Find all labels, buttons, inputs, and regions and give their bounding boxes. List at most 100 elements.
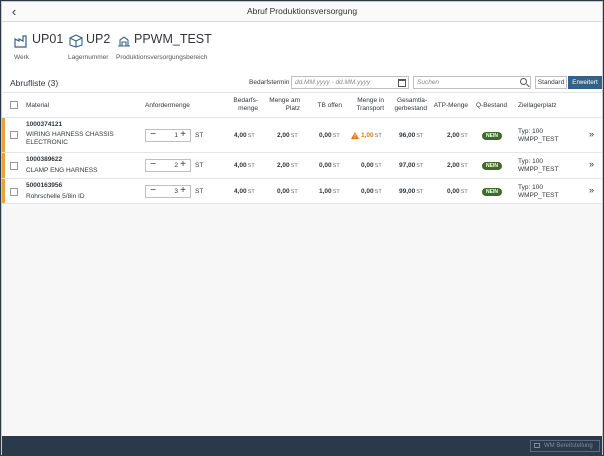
supply-area-icon bbox=[118, 36, 130, 47]
q-bestand-badge: NEIN bbox=[482, 162, 502, 170]
decrement-button[interactable]: − bbox=[148, 130, 158, 141]
material-description-line2: ELECTRONIC bbox=[26, 139, 68, 146]
list-title: Abrufliste (3) bbox=[10, 78, 59, 88]
platz-number: 2,00 bbox=[277, 132, 290, 139]
platz-number: 0,00 bbox=[277, 188, 290, 195]
row-navigation-icon[interactable]: » bbox=[589, 185, 594, 195]
platz-value: 2,00ST bbox=[277, 162, 298, 169]
platz-number: 2,00 bbox=[277, 162, 290, 169]
quantity-stepper[interactable]: − 1 + bbox=[145, 129, 191, 142]
bedarfsmenge-unit: ST bbox=[247, 133, 255, 139]
row-checkbox[interactable] bbox=[10, 131, 18, 139]
wm-bereitstellung-label: WM Bereitstellung bbox=[544, 443, 593, 449]
bedarfsmenge-number: 4,00 bbox=[234, 162, 247, 169]
material-description: CLAMP ENG HARNESS bbox=[26, 167, 98, 174]
material-number: 1000374121 bbox=[26, 121, 63, 128]
gesamt-value: 96,00ST bbox=[399, 132, 423, 139]
increment-button[interactable]: + bbox=[178, 186, 188, 197]
standard-button[interactable]: Standard bbox=[535, 76, 567, 89]
atp-number: 0,00 bbox=[447, 188, 460, 195]
col-menge-platz-line1: Menge am bbox=[269, 97, 300, 104]
wm-bereitstellung-button[interactable]: WM Bereitstellung bbox=[530, 440, 600, 452]
factory-icon bbox=[14, 35, 27, 48]
bedarfsmenge-value: 4,00ST bbox=[234, 132, 255, 139]
tb-offen-value: 0,00ST bbox=[319, 132, 340, 139]
col-atp: ATP-Menge bbox=[433, 102, 468, 109]
platz-value: 0,00ST bbox=[277, 188, 298, 195]
abrufliste-panel: Abrufliste (3) Bedarfstermin dd.MM.yyyy … bbox=[2, 70, 602, 204]
atp-unit: ST bbox=[460, 133, 468, 139]
increment-button[interactable]: + bbox=[178, 130, 188, 141]
gesamt-number: 96,00 bbox=[399, 132, 416, 139]
row-navigation-icon[interactable]: » bbox=[589, 129, 594, 139]
increment-button[interactable]: + bbox=[178, 160, 188, 171]
platz-unit: ST bbox=[290, 189, 298, 195]
row-status-marker bbox=[2, 118, 5, 152]
decrement-button[interactable]: − bbox=[148, 186, 158, 197]
atp-number: 2,00 bbox=[447, 162, 460, 169]
col-anfordermenge: Anfordermenge bbox=[145, 102, 190, 109]
warning-icon bbox=[351, 132, 359, 139]
table-header: Material Anfordermenge Bedarfs- menge Me… bbox=[2, 92, 602, 118]
bedarfsmenge-number: 4,00 bbox=[234, 132, 247, 139]
quantity-value[interactable]: 2 bbox=[168, 162, 178, 169]
table-row[interactable]: 1000389622 CLAMP ENG HARNESS − 2 + ST 4,… bbox=[2, 153, 602, 179]
col-gesamt-line2: gerbestand bbox=[394, 105, 427, 112]
tb-offen-number: 0,00 bbox=[319, 162, 332, 169]
tb-offen-unit: ST bbox=[332, 163, 340, 169]
transport-number: 0,00 bbox=[361, 162, 374, 169]
transport-number: 0,00 bbox=[361, 188, 374, 195]
row-checkbox[interactable] bbox=[10, 188, 18, 196]
psa-value: PPWM_TEST bbox=[134, 32, 212, 46]
material-number: 5000163956 bbox=[26, 182, 63, 189]
col-material: Material bbox=[26, 102, 50, 109]
calendar-icon[interactable] bbox=[398, 79, 406, 87]
q-bestand-badge: NEIN bbox=[482, 188, 502, 196]
gesamt-number: 99,00 bbox=[399, 188, 416, 195]
col-transport-line2: Transport bbox=[356, 105, 384, 112]
quantity-unit: ST bbox=[195, 132, 204, 139]
table-row[interactable]: 5000163956 Rohrschelle 5/8in ID − 3 + ST… bbox=[2, 179, 602, 204]
atp-unit: ST bbox=[460, 189, 468, 195]
werk-value: UP01 bbox=[32, 32, 64, 46]
bedarfsmenge-unit: ST bbox=[247, 163, 255, 169]
transport-unit: ST bbox=[374, 133, 382, 139]
platz-unit: ST bbox=[290, 133, 298, 139]
transport-value: 1,00ST bbox=[361, 132, 382, 139]
row-status-marker bbox=[2, 153, 5, 178]
quantity-unit: ST bbox=[195, 188, 204, 195]
ziellagerplatz: Typ: 100 WMPP_TEST bbox=[518, 128, 558, 144]
ziellagerplatz: Typ: 100 WMPP_TEST bbox=[518, 158, 558, 174]
tb-offen-value: 0,00ST bbox=[319, 162, 340, 169]
table-row[interactable]: 1000374121 WIRING HARNESS CHASSIS ELECTR… bbox=[2, 118, 602, 153]
material-description: Rohrschelle 5/8in ID bbox=[26, 193, 85, 200]
transport-unit: ST bbox=[374, 189, 382, 195]
search-icon[interactable] bbox=[520, 78, 527, 85]
ziellager-typ: Typ: 100 bbox=[518, 158, 543, 165]
row-checkbox[interactable] bbox=[10, 162, 18, 170]
decrement-button[interactable]: − bbox=[148, 160, 158, 171]
footer-toolbar: WM Bereitstellung bbox=[2, 436, 602, 455]
quantity-unit: ST bbox=[195, 162, 204, 169]
row-navigation-icon[interactable]: » bbox=[589, 159, 594, 169]
quantity-value[interactable]: 1 bbox=[168, 132, 178, 139]
search-input[interactable]: Suchen bbox=[413, 76, 531, 89]
select-all-checkbox[interactable] bbox=[10, 101, 18, 109]
gesamt-value: 97,00ST bbox=[399, 162, 423, 169]
date-range-input[interactable]: dd.MM.yyyy - dd.MM.yyyy bbox=[291, 76, 409, 89]
col-menge-platz: Menge am Platz bbox=[268, 97, 300, 113]
tb-offen-unit: ST bbox=[332, 189, 340, 195]
col-menge-platz-line2: Platz bbox=[285, 105, 300, 112]
material-number: 1000389622 bbox=[26, 156, 63, 163]
q-bestand-badge: NEIN bbox=[482, 132, 502, 140]
tb-offen-number: 0,00 bbox=[319, 132, 332, 139]
ziellager-typ: Typ: 100 bbox=[518, 184, 543, 191]
quantity-stepper[interactable]: − 3 + bbox=[145, 185, 191, 198]
atp-value: 2,00ST bbox=[447, 162, 468, 169]
quantity-value[interactable]: 3 bbox=[168, 188, 178, 195]
gesamt-number: 97,00 bbox=[399, 162, 416, 169]
quantity-stepper[interactable]: − 2 + bbox=[145, 159, 191, 172]
col-qbestand: Q-Bestand bbox=[476, 102, 508, 109]
werk-label: Werk bbox=[14, 54, 30, 61]
erweitert-button[interactable]: Erweitert bbox=[568, 76, 602, 89]
